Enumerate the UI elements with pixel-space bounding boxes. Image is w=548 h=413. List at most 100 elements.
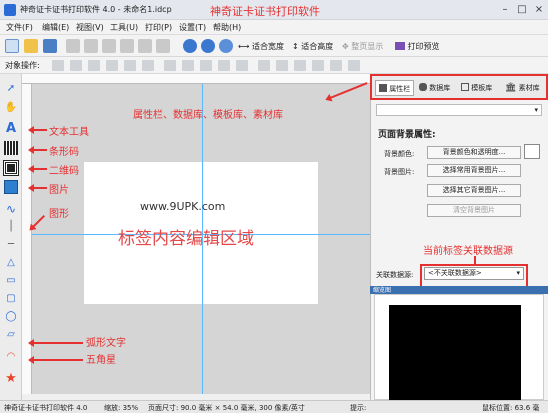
menu-view[interactable]: 视图(V) — [76, 22, 104, 33]
color-swatch[interactable] — [524, 144, 540, 159]
undo-icon[interactable] — [138, 39, 152, 53]
move-icon: ✥ — [342, 42, 349, 51]
thumbnail-title: 缩览图 — [373, 287, 392, 294]
pointer-icon[interactable]: ➚ — [4, 82, 18, 96]
bg-color-button[interactable]: 背景颜色和透明度... — [427, 146, 521, 159]
menu-file[interactable]: 文件(F) — [6, 22, 33, 33]
chevron-down-icon: ▾ — [534, 106, 538, 114]
hline-icon[interactable]: ─ — [4, 238, 18, 252]
qrcode-icon[interactable] — [3, 160, 19, 176]
ellipse-icon[interactable]: ◯ — [4, 310, 18, 324]
horizontal-ruler — [22, 74, 370, 84]
status-cursor: 鼠标位置: 63.6 毫 — [482, 404, 540, 412]
panel-dropdown[interactable]: ▾ — [376, 104, 542, 116]
align-center-icon[interactable] — [70, 60, 82, 71]
status-bar: 神奇证卡证书打印软件 4.0 缩放: 35% 页面尺寸: 90.0 毫米 × 5… — [0, 400, 548, 413]
cut-icon[interactable] — [66, 39, 80, 53]
section-title: 页面背景属性: — [378, 130, 436, 140]
zoom-in-icon[interactable] — [183, 39, 197, 53]
curve-shape-icon[interactable]: ∿ — [4, 202, 18, 216]
copy-icon[interactable] — [84, 39, 98, 53]
annotation-shapes: 图形 — [49, 209, 69, 220]
bring-front-icon[interactable] — [258, 60, 270, 71]
minimize-button[interactable]: – — [498, 3, 512, 16]
annotation-arrow — [28, 184, 47, 192]
print-preview-button[interactable]: 打印预览 — [395, 41, 440, 52]
fit-height-button[interactable]: ↕ 适合高度 — [292, 41, 333, 52]
fit-width-button[interactable]: ⟷ 适合宽度 — [238, 41, 284, 52]
same-width-icon[interactable] — [200, 60, 212, 71]
maximize-button[interactable]: □ — [515, 3, 529, 16]
rectangle-icon[interactable]: ▭ — [4, 274, 18, 288]
align-right-icon[interactable] — [88, 60, 100, 71]
fit-width-label: 适合宽度 — [252, 42, 285, 51]
thumbnail-header: 缩览图 — [370, 286, 548, 294]
whole-page-label: 整页显示 — [351, 42, 384, 51]
other-bg-image-button[interactable]: 选择其它背景图片... — [427, 184, 521, 197]
clear-bg-image-button[interactable]: 清空背景图片 — [427, 204, 521, 217]
zoom-out-icon[interactable] — [201, 39, 215, 53]
delete-icon[interactable] — [120, 39, 134, 53]
barcode-icon[interactable] — [4, 141, 18, 155]
menu-edit[interactable]: 编辑(E) — [42, 22, 69, 33]
annotation-arrow — [28, 356, 83, 364]
save-icon[interactable] — [43, 39, 57, 53]
object-ops-label: 对象操作: — [5, 61, 40, 70]
arc-text-icon[interactable]: ◠ — [4, 350, 18, 364]
annotation-text-tool: 文本工具 — [49, 127, 89, 138]
printer-icon — [395, 42, 405, 50]
annotation-panels: 属性栏、数据库、模板库、素材库 — [133, 110, 283, 121]
annotation-image: 图片 — [49, 185, 69, 196]
menu-settings[interactable]: 设置(T) — [179, 22, 206, 33]
bg-color-label: 背景颜色: — [384, 150, 415, 158]
unlock-icon[interactable] — [348, 60, 360, 71]
hand-icon[interactable]: ✋ — [4, 101, 18, 115]
annotation-barcode: 条形码 — [49, 147, 79, 158]
align-middle-icon[interactable] — [124, 60, 136, 71]
menu-tools[interactable]: 工具(U) — [110, 22, 138, 33]
parallelogram-icon[interactable]: ▱ — [4, 328, 18, 342]
menu-help[interactable]: 帮助(H) — [213, 22, 241, 33]
close-button[interactable]: × — [532, 3, 546, 16]
whole-page-button[interactable]: ✥ 整页显示 — [342, 41, 383, 52]
open-folder-icon[interactable] — [24, 39, 38, 53]
align-top-icon[interactable] — [106, 60, 118, 71]
redo-icon[interactable] — [156, 39, 170, 53]
ungroup-icon[interactable] — [312, 60, 324, 71]
image-icon[interactable] — [4, 180, 18, 194]
send-back-icon[interactable] — [276, 60, 288, 71]
distribute-h-icon[interactable] — [164, 60, 176, 71]
distribute-v-icon[interactable] — [182, 60, 194, 71]
menu-print[interactable]: 打印(P) — [145, 22, 172, 33]
zoom-fit-icon[interactable] — [219, 39, 233, 53]
line-icon[interactable]: │ — [4, 220, 18, 234]
group-icon[interactable] — [294, 60, 306, 71]
new-file-icon[interactable] — [5, 39, 19, 53]
status-zoom: 缩放: 35% — [104, 404, 139, 412]
rounded-rect-icon[interactable]: ▢ — [4, 292, 18, 306]
thumbnail-preview[interactable] — [389, 305, 521, 400]
status-page-size: 页面尺寸: 90.0 毫米 × 54.0 毫米, 300 像素/英寸 — [148, 404, 305, 412]
annotation-arrow — [28, 146, 47, 154]
annotation-arc-text: 弧形文字 — [86, 338, 126, 349]
print-preview-label: 打印预览 — [407, 42, 440, 51]
text-tool-icon[interactable]: A — [4, 122, 18, 136]
window-title: 神奇证卡证书打印软件 4.0 - 未命名1.idcp — [20, 5, 172, 14]
watermark: www.9UPK.com — [140, 200, 226, 213]
align-bottom-icon[interactable] — [142, 60, 154, 71]
status-hint: 提示: — [350, 404, 367, 412]
app-icon — [4, 4, 16, 16]
triangle-icon[interactable]: △ — [4, 256, 18, 270]
star-icon[interactable]: ★ — [4, 372, 18, 386]
same-height-icon[interactable] — [218, 60, 230, 71]
paste-icon[interactable] — [102, 39, 116, 53]
lock-icon[interactable] — [330, 60, 342, 71]
common-bg-image-button[interactable]: 选择常用背景图片... — [427, 164, 521, 177]
annotation-star: 五角星 — [86, 355, 116, 366]
annotation-arrow — [28, 165, 47, 173]
datasource-highlight-box — [420, 264, 528, 288]
overlay-title: 神奇证卡证书打印软件 — [210, 5, 320, 18]
fit-height-arrow-icon: ↕ — [292, 42, 299, 51]
same-size-icon[interactable] — [236, 60, 248, 71]
align-left-icon[interactable] — [52, 60, 64, 71]
